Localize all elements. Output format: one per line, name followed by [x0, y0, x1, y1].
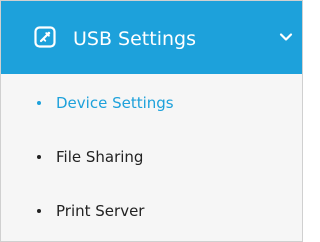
bullet-icon [37, 155, 41, 159]
usb-settings-menu: USB Settings Device Settings File Sharin… [0, 0, 303, 242]
menu-item-file-sharing[interactable]: File Sharing [1, 131, 302, 185]
usb-icon [34, 26, 56, 48]
bullet-icon [37, 101, 41, 105]
menu-item-label: Device Settings [56, 94, 174, 112]
usb-settings-title: USB Settings [73, 28, 196, 50]
menu-item-print-server[interactable]: Print Server [1, 185, 302, 239]
usb-settings-header[interactable]: USB Settings [1, 1, 302, 74]
chevron-down-icon [279, 33, 293, 41]
menu-item-label: File Sharing [56, 148, 144, 166]
menu-item-label: Print Server [56, 202, 145, 220]
bullet-icon [37, 209, 41, 213]
menu-item-device-settings[interactable]: Device Settings [1, 77, 302, 131]
